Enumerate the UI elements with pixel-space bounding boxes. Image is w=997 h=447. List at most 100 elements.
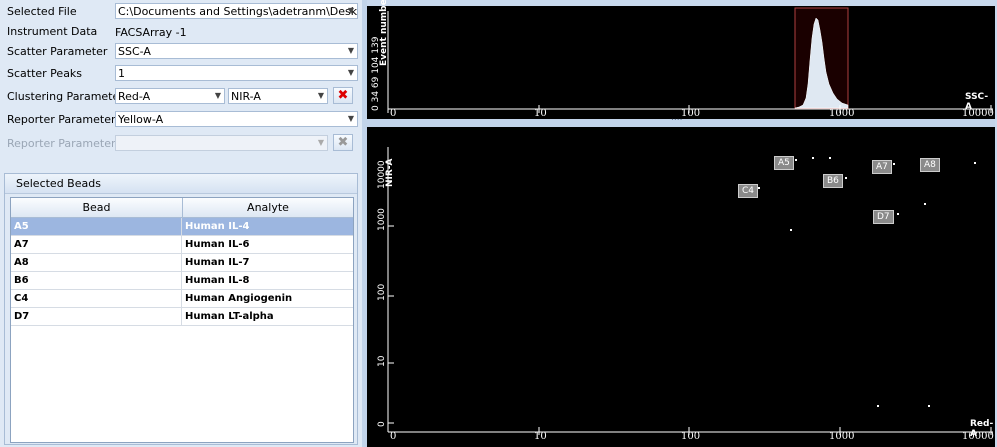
event-dot bbox=[928, 405, 930, 407]
event-dot bbox=[877, 405, 879, 407]
bead-cell: D7 bbox=[14, 311, 30, 322]
clustering-parameter-2-value: NIR-A bbox=[231, 90, 261, 103]
bead-cell: A5 bbox=[14, 221, 29, 232]
selected-file-dropdown[interactable]: C:\Documents and Settings\adetranm\Deskt… bbox=[115, 3, 358, 19]
event-dot bbox=[974, 162, 976, 164]
chevron-down-icon: ▼ bbox=[347, 114, 354, 123]
clustering-parameter-1-value: Red-A bbox=[118, 90, 151, 103]
histogram-x-tick-100: 100 bbox=[681, 108, 701, 119]
remove-clustering-button[interactable]: ✖ bbox=[333, 87, 353, 104]
scatter-y-tick-0: 0 bbox=[377, 421, 387, 427]
column-divider bbox=[181, 290, 182, 308]
remove-reporter-button[interactable]: ✖ bbox=[333, 134, 353, 151]
histogram-plot: 0 34 69 104 139 Event number SSC-A 0 10 … bbox=[367, 0, 995, 119]
close-icon: ✖ bbox=[337, 135, 349, 150]
clustering-parameter-2-dropdown[interactable]: NIR-A ▼ bbox=[228, 88, 328, 104]
reporter-parameter-1-dropdown[interactable]: Yellow-A ▼ bbox=[115, 111, 358, 127]
selected-file-row: Selected File C:\Documents and Settings\… bbox=[0, 2, 362, 22]
event-dot bbox=[893, 163, 895, 165]
column-divider bbox=[181, 218, 182, 236]
event-dot bbox=[924, 203, 926, 205]
column-divider bbox=[181, 308, 182, 326]
table-row[interactable]: A8 Human IL-7 bbox=[11, 254, 353, 272]
beads-table: Bead Analyte A5 Human IL-4 A7 Human IL-6 A8 H… bbox=[10, 197, 354, 443]
analyte-cell: Human IL-6 bbox=[185, 239, 250, 250]
cluster-label-d7[interactable]: D7 bbox=[873, 210, 894, 224]
selected-beads-header: Selected Beads bbox=[5, 174, 357, 194]
column-divider bbox=[181, 272, 182, 290]
reporter-parameter-2-dropdown[interactable]: ▼ bbox=[115, 135, 328, 151]
chevron-down-icon: ▼ bbox=[317, 138, 324, 147]
table-row[interactable]: D7 Human LT-alpha bbox=[11, 308, 353, 326]
scatter-parameter-row: Scatter Parameter SSC-A ▼ bbox=[0, 42, 362, 62]
table-row[interactable]: A5 Human IL-4 bbox=[11, 218, 353, 236]
event-dot bbox=[790, 229, 792, 231]
reporter-parameter-2-label: Reporter Parameter 2 bbox=[7, 137, 126, 150]
column-divider bbox=[181, 236, 182, 254]
reporter-parameter-1-row: Reporter Parameter 1 Yellow-A ▼ bbox=[0, 110, 362, 130]
analyte-cell: Human Angiogenin bbox=[185, 293, 293, 304]
scatter-x-tick-0: 0 bbox=[390, 431, 397, 442]
scatter-x-tick-1000: 1000 bbox=[829, 431, 855, 442]
scatter-plot: 10000 NIR-A 1000 100 10 0 Red-A 0 10 100… bbox=[367, 127, 995, 447]
scatter-y-tick-1000: 1000 bbox=[377, 208, 387, 231]
selected-file-label: Selected File bbox=[7, 5, 77, 18]
selected-beads-title: Selected Beads bbox=[16, 177, 101, 190]
column-header-bead[interactable]: Bead bbox=[11, 198, 182, 218]
clustering-parameter-1-dropdown[interactable]: Red-A ▼ bbox=[115, 88, 225, 104]
scatter-y-tick-100: 100 bbox=[377, 283, 387, 301]
scatter-y-title: NIR-A bbox=[385, 158, 395, 187]
event-dot bbox=[758, 187, 760, 189]
analyte-cell: Human IL-4 bbox=[185, 221, 250, 232]
instrument-data-row: Instrument Data FACSArray -1 bbox=[0, 22, 362, 42]
chevron-down-icon: ▼ bbox=[347, 6, 354, 15]
splitter-grip-icon: .... bbox=[671, 113, 683, 123]
reporter-parameter-1-value: Yellow-A bbox=[118, 113, 164, 126]
scatter-parameter-value: SSC-A bbox=[118, 45, 151, 58]
clustering-parameters-label: Clustering Parameters bbox=[7, 90, 130, 103]
chevron-down-icon: ▼ bbox=[347, 46, 354, 55]
histogram-x-tick-0: 0 bbox=[390, 108, 397, 119]
cluster-label-c4[interactable]: C4 bbox=[738, 184, 759, 198]
cluster-label-a5[interactable]: A5 bbox=[774, 156, 794, 170]
scatter-peaks-dropdown[interactable]: 1 ▼ bbox=[115, 65, 358, 81]
scatter-x-tick-10: 10 bbox=[534, 431, 547, 442]
analyte-cell: Human IL-8 bbox=[185, 275, 250, 286]
column-divider bbox=[181, 254, 182, 272]
scatter-x-tick-100: 100 bbox=[681, 431, 701, 442]
bead-cell: B6 bbox=[14, 275, 29, 286]
bead-cell: A7 bbox=[14, 239, 29, 250]
scatter-y-tick-10: 10 bbox=[377, 355, 387, 367]
cluster-label-a7[interactable]: A7 bbox=[872, 160, 892, 174]
instrument-data-label: Instrument Data bbox=[7, 25, 98, 38]
analyte-cell: Human IL-7 bbox=[185, 257, 250, 268]
chevron-down-icon: ▼ bbox=[214, 91, 221, 100]
table-row[interactable]: B6 Human IL-8 bbox=[11, 272, 353, 290]
event-dot bbox=[795, 159, 797, 161]
histogram-x-tick-10000: 10000 bbox=[962, 108, 994, 119]
histogram-y-title: Event number bbox=[379, 0, 389, 66]
event-dot bbox=[829, 157, 831, 159]
table-row[interactable]: C4 Human Angiogenin bbox=[11, 290, 353, 308]
scatter-peaks-value: 1 bbox=[118, 67, 125, 80]
bead-cell: A8 bbox=[14, 257, 29, 268]
scatter-peaks-label: Scatter Peaks bbox=[7, 67, 83, 80]
cluster-label-b6[interactable]: B6 bbox=[823, 174, 843, 188]
instrument-data-value: FACSArray -1 bbox=[115, 26, 187, 39]
horizontal-splitter[interactable]: .... bbox=[367, 113, 995, 127]
scatter-parameter-dropdown[interactable]: SSC-A ▼ bbox=[115, 43, 358, 59]
histogram-x-tick-1000: 1000 bbox=[829, 108, 855, 119]
table-row[interactable]: A7 Human IL-6 bbox=[11, 236, 353, 254]
chevron-down-icon: ▼ bbox=[347, 68, 354, 77]
selected-file-value: C:\Documents and Settings\adetranm\Deskt… bbox=[118, 5, 358, 18]
column-header-analyte[interactable]: Analyte bbox=[182, 198, 353, 218]
reporter-parameter-1-label: Reporter Parameter 1 bbox=[7, 113, 126, 126]
scatter-peaks-row: Scatter Peaks 1 ▼ bbox=[0, 64, 362, 84]
event-dot bbox=[845, 177, 847, 179]
clustering-parameters-row: Clustering Parameters Red-A ▼ NIR-A ▼ ✖ bbox=[0, 87, 362, 107]
cluster-label-a8[interactable]: A8 bbox=[920, 158, 940, 172]
analyte-cell: Human LT-alpha bbox=[185, 311, 274, 322]
reporter-parameter-2-row: Reporter Parameter 2 ▼ ✖ bbox=[0, 134, 362, 154]
close-icon: ✖ bbox=[337, 88, 349, 103]
settings-panel: Selected File C:\Documents and Settings\… bbox=[0, 0, 362, 447]
